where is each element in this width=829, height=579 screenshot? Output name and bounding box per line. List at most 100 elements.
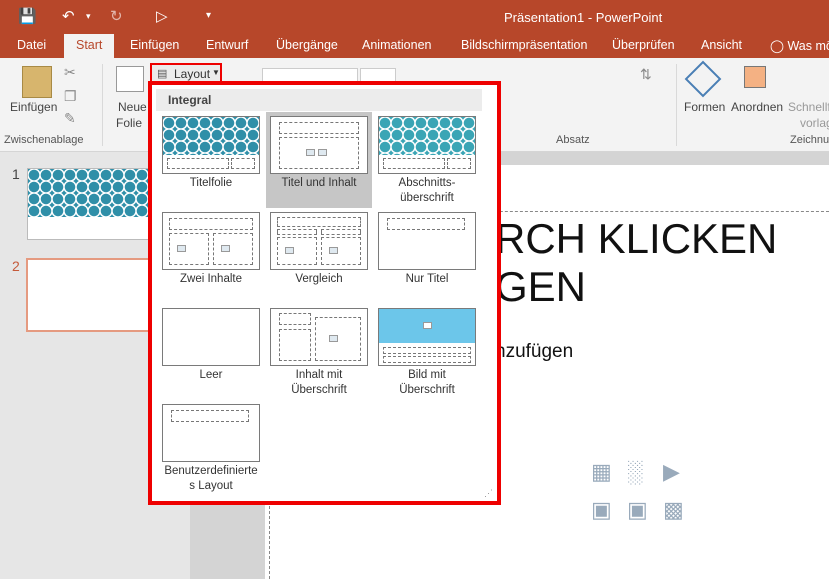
shapes-button[interactable]: Formen bbox=[684, 100, 725, 114]
layout-two-content[interactable]: Zwei Inhalte bbox=[158, 208, 264, 304]
tab-file[interactable]: Datei bbox=[17, 38, 46, 52]
layout-title-slide[interactable]: Titelfolie bbox=[158, 112, 264, 208]
layout-section-header[interactable]: Abschnitts- überschrift bbox=[374, 112, 480, 208]
layout-custom[interactable]: Benutzerdefinierte s Layout bbox=[158, 400, 264, 496]
layout-preview bbox=[378, 116, 476, 174]
layout-preview bbox=[270, 308, 368, 366]
format-painter-icon[interactable]: ✎ bbox=[64, 110, 76, 127]
shapes-icon[interactable] bbox=[684, 60, 722, 98]
content-icon bbox=[285, 247, 294, 254]
tab-slideshow[interactable]: Bildschirmpräsentation bbox=[461, 38, 587, 52]
group-clipboard: Zwischenablage bbox=[4, 134, 84, 146]
group-drawing: Zeichnu bbox=[790, 134, 829, 146]
placeholder bbox=[277, 229, 317, 235]
layout-preview bbox=[162, 116, 260, 174]
layout-label: Abschnitts- überschrift bbox=[398, 177, 456, 204]
placeholder bbox=[387, 218, 465, 230]
title-placeholder[interactable]: RCH KLICKEN GEN bbox=[495, 215, 777, 311]
placeholder bbox=[321, 229, 361, 235]
divider bbox=[102, 64, 103, 146]
tab-review[interactable]: Überprüfen bbox=[612, 38, 675, 52]
placeholder bbox=[315, 317, 361, 361]
layout-label: Zwei Inhalte bbox=[179, 273, 242, 285]
insert-table-icon[interactable]: ▦ bbox=[591, 459, 612, 485]
thumbnail-pattern bbox=[28, 169, 151, 217]
chevron-down-icon: ▼ bbox=[212, 68, 220, 77]
pattern-band bbox=[379, 117, 475, 155]
placeholder bbox=[167, 158, 229, 169]
layout-blank[interactable]: Leer bbox=[158, 304, 264, 400]
content-icon bbox=[329, 335, 338, 342]
line-spacing-icon[interactable]: ⇅ bbox=[640, 66, 652, 83]
cut-icon[interactable]: ✂ bbox=[64, 64, 76, 81]
layout-label: Bild mit Überschrift bbox=[399, 369, 455, 396]
content-icon bbox=[318, 149, 327, 156]
layout-content-with-caption[interactable]: Inhalt mit Überschrift bbox=[266, 304, 372, 400]
tab-home[interactable]: Start bbox=[64, 34, 115, 58]
layout-title-content[interactable]: Titel und Inhalt bbox=[266, 112, 372, 208]
layout-comparison[interactable]: Vergleich bbox=[266, 208, 372, 304]
start-slideshow-icon[interactable]: ▷ bbox=[156, 7, 168, 25]
placeholder bbox=[279, 313, 311, 325]
layout-preview bbox=[270, 212, 368, 270]
new-slide-label-2[interactable]: Folie bbox=[116, 116, 142, 130]
insert-chart-icon[interactable]: ░ bbox=[627, 459, 643, 485]
lightbulb-icon: ◯ bbox=[770, 39, 788, 53]
placeholder bbox=[383, 158, 445, 169]
placeholder bbox=[231, 158, 255, 169]
undo-dropdown-icon[interactable]: ▾ bbox=[86, 11, 91, 22]
layout-title-only[interactable]: Nur Titel bbox=[374, 208, 480, 304]
paste-icon[interactable] bbox=[22, 66, 52, 98]
tab-insert[interactable]: Einfügen bbox=[130, 38, 179, 52]
tab-view[interactable]: Ansicht bbox=[701, 38, 742, 52]
insert-picture-icon[interactable]: ▣ bbox=[591, 497, 612, 523]
tab-transitions[interactable]: Übergänge bbox=[276, 38, 338, 52]
layout-preview bbox=[162, 308, 260, 366]
save-icon[interactable]: 💾 bbox=[18, 7, 37, 25]
tab-design[interactable]: Entwurf bbox=[206, 38, 248, 52]
placeholder bbox=[277, 217, 361, 227]
divider bbox=[676, 64, 677, 146]
group-paragraph: Absatz bbox=[556, 134, 590, 146]
insert-smartart-icon[interactable]: ▶ bbox=[663, 459, 680, 485]
layout-icon: ▤ bbox=[157, 68, 168, 80]
placeholder bbox=[383, 356, 471, 363]
tell-me-search[interactable]: ◯ Was mö bbox=[770, 38, 829, 53]
placeholder bbox=[277, 237, 317, 265]
copy-icon[interactable]: ❐ bbox=[64, 88, 77, 105]
new-slide-label-1[interactable]: Neue bbox=[118, 100, 147, 114]
quick-styles-label-1[interactable]: Schnellf bbox=[788, 100, 829, 114]
redo-icon[interactable]: ↻ bbox=[110, 7, 123, 25]
tab-animations[interactable]: Animationen bbox=[362, 38, 432, 52]
arrange-button[interactable]: Anordnen bbox=[731, 100, 783, 114]
layout-picture-with-caption[interactable]: Bild mit Überschrift bbox=[374, 304, 480, 400]
resize-grip-icon[interactable]: ⋰ bbox=[484, 488, 493, 499]
layout-label: Benutzerdefinierte s Layout bbox=[164, 465, 258, 492]
placeholder bbox=[279, 329, 311, 361]
content-icon bbox=[177, 245, 186, 252]
placeholder bbox=[321, 237, 361, 265]
new-slide-icon[interactable] bbox=[116, 66, 144, 92]
insert-video-icon[interactable]: ▩ bbox=[663, 497, 684, 523]
slide-thumbnail-1[interactable] bbox=[27, 168, 152, 240]
slide-thumbnail-2[interactable] bbox=[26, 258, 153, 332]
content-icon bbox=[306, 149, 315, 156]
placeholder bbox=[213, 233, 253, 265]
undo-icon[interactable]: ↶ bbox=[62, 7, 75, 25]
layout-preview bbox=[162, 404, 260, 462]
customize-qat-icon[interactable]: ▾ bbox=[206, 10, 211, 21]
layout-label: Nur Titel bbox=[405, 273, 449, 285]
title-bar: 💾 ↶ ▾ ↻ ▷ ▾ Präsentation1 - PowerPoint bbox=[0, 0, 829, 34]
arrange-icon[interactable] bbox=[744, 66, 766, 88]
insert-online-picture-icon[interactable]: ▣ bbox=[627, 497, 648, 523]
placeholder bbox=[171, 410, 249, 422]
quick-styles-label-2[interactable]: vorlag bbox=[800, 116, 829, 130]
layout-preview bbox=[162, 212, 260, 270]
paste-button[interactable]: Einfügen bbox=[10, 100, 57, 114]
layout-preview bbox=[270, 116, 368, 174]
picture-icon bbox=[423, 322, 432, 329]
layout-preview bbox=[378, 308, 476, 366]
content-prompt-text[interactable]: nzufügen bbox=[495, 341, 573, 363]
layout-preview bbox=[378, 212, 476, 270]
ribbon-tabs: Datei Start Einfügen Entwurf Übergänge A… bbox=[0, 34, 829, 58]
